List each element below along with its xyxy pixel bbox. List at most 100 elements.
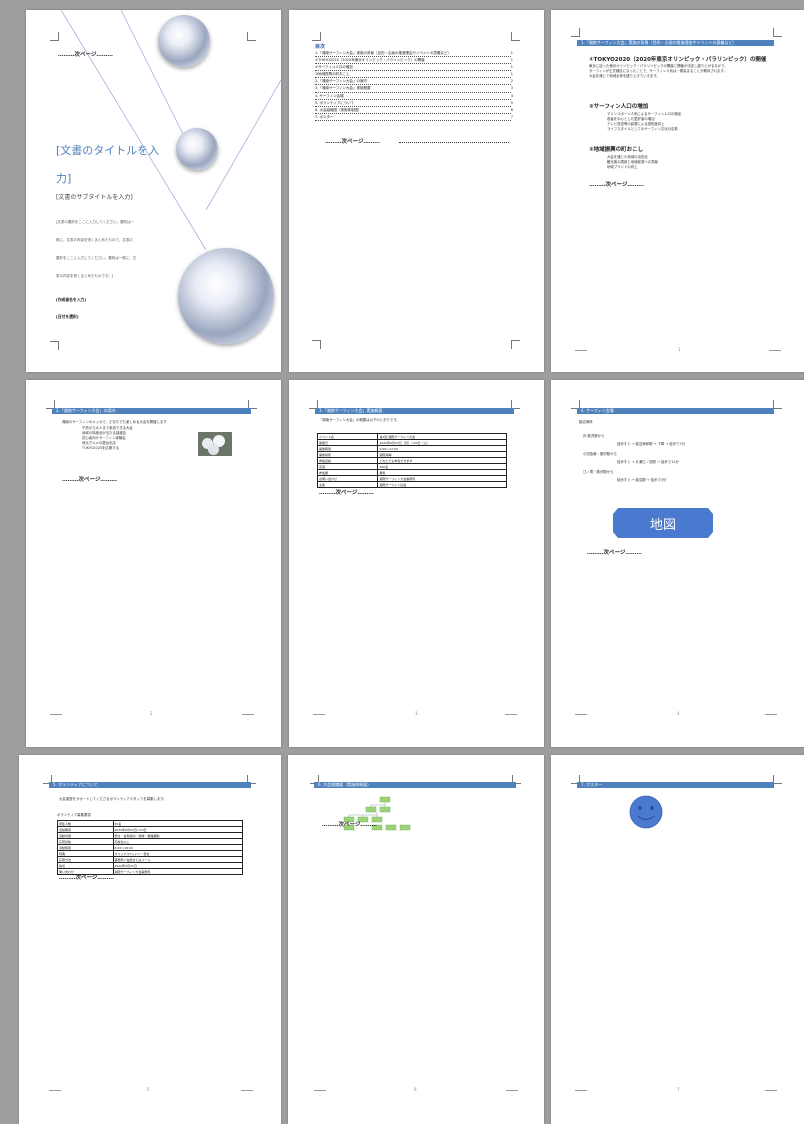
next-page-marker[interactable]: ………次ページ………	[587, 548, 642, 556]
toc-entry-page: 7	[510, 114, 513, 119]
table-row: 主催 湘南サーフィン協会	[316, 481, 507, 488]
author-field[interactable]: [作成者名を入力]	[56, 297, 86, 303]
smiley-face-icon[interactable]	[629, 795, 663, 829]
footer-dash	[241, 1090, 253, 1091]
abstract-line: 書の内容を短くまとめたものです。]	[56, 274, 114, 278]
toc-entry-page: 1	[510, 51, 513, 55]
section-heading: ③地域振興の町おこし	[589, 147, 644, 153]
toc-entry-text: 5. ボランティアについて	[315, 100, 511, 107]
toc-entry[interactable]: ①TOKYO2020（2020年東京オリンピック・パラリンピック）の開催 1	[315, 57, 513, 65]
page-venue: 4. サーフィン会場 鵠沼海岸 JR 藤沢駅から 徒歩すぐ → 鵠沼海岸駅 → …	[551, 380, 804, 747]
bullet-list: マリンスポーツ人気によるサーフィン人口の増加 若者を中心とした愛好者の増加 テレ…	[607, 112, 681, 132]
section-header-bar: 2.「湘南サーフィン大会」の案内	[52, 408, 251, 414]
list-title: ボランティア募集要項	[57, 813, 91, 817]
map-label: 地図	[649, 518, 676, 533]
abstract-line: 般に、文書の内容を短くまとめたもので、文書の	[56, 238, 133, 242]
crop-mark	[511, 340, 520, 349]
crop-mark	[312, 340, 321, 349]
next-page-marker[interactable]: ………次ページ………	[62, 475, 117, 483]
document-subtitle[interactable]: [文書のサブタイトルを入力]	[56, 192, 133, 201]
toc-entry[interactable]: 4. サーフィン会場 4	[315, 93, 513, 100]
document-abstract[interactable]: [文書の要約をここに入力してください。要約は一 般に、文書の内容を短くまとめたも…	[56, 213, 136, 285]
next-page-marker[interactable]: ………次ページ………	[59, 873, 114, 881]
toc-entry-text: 3.「湘南サーフィン大会」実施概要	[315, 85, 511, 93]
page-number: 7	[677, 1087, 680, 1092]
access-detail: 徒歩すぐ → 鵠沼海岸駅 → 下車 → 徒歩で7分	[617, 442, 686, 446]
section-intro: 「湘南サーフィン大会」の概要は以下のとおりです。	[319, 418, 400, 422]
toc-entry-text: 2.「湘南サーフィン大会」の案内	[315, 78, 511, 86]
next-page-marker[interactable]: ………次ページ………	[589, 180, 644, 188]
abstract-line: 要約をここに入力してください。要約は一般に、文	[56, 256, 137, 260]
toc-entry-text: 7. ポスター	[315, 114, 511, 121]
page-number: 3	[415, 711, 418, 716]
footer-dash	[314, 1090, 326, 1091]
section-paragraph: 東京に迫った東京オリンピック・パラリンピックの開催と開催が決定し盛り上がるなかで…	[589, 64, 728, 79]
cover-sphere-large-top	[158, 15, 210, 67]
page-org-chart: 6. 大会組織図（実施体制図） ………次ページ……… 6	[288, 755, 544, 1124]
next-page-marker[interactable]: ………次ページ………	[325, 137, 380, 145]
cover-sphere-bottom	[178, 248, 274, 344]
dotted-leader	[399, 142, 509, 143]
page-background: 1.「湘南サーフィン大会」実施の背景（目的・企画の推進理由やイベントの意義など）…	[551, 10, 804, 372]
toc-entry[interactable]: 7. ポスター 7	[315, 114, 513, 121]
date-field[interactable]: [日付を選択]	[56, 314, 78, 320]
crop-mark	[511, 32, 520, 41]
toc-entry-text: 4. サーフィン会場	[315, 93, 511, 100]
crop-mark	[50, 32, 59, 41]
page-number: 4	[677, 711, 680, 716]
crop-mark	[773, 775, 782, 784]
footer-dash	[765, 1090, 777, 1091]
access-route: 江ノ電・藤沢駅から	[583, 470, 614, 474]
bullet-list: 大会を通じた地域の活性化 観光客の誘致と地域経済への貢献 地域ブランドの向上	[607, 155, 658, 170]
toc-entry[interactable]: ②サーフィン人口の増加 1	[315, 64, 513, 72]
section-header-bar: 1.「湘南サーフィン大会」実施の背景（目的・企画の推進理由やイベントの意義など）	[577, 40, 774, 46]
next-page-marker[interactable]: ………次ページ………	[322, 820, 377, 828]
next-page-marker[interactable]: ………次ページ………	[58, 50, 113, 58]
section-intro: 湘南のサーフィンのメッカで、どなたでも楽しめる大会を開催します	[62, 420, 167, 424]
bullet-item: 地域ブランドの向上	[607, 165, 638, 169]
bullet-list: 子供から大人まで参加できる大会 地域の特産品が当たる抽選会 初心者向けサーフィン…	[82, 426, 133, 451]
volunteer-table: 募集人数 50名 活動期間 2020年6月22日～23日 活動内容 受付・会場案内・誘…	[57, 820, 243, 875]
crop-mark	[773, 28, 782, 37]
toc-entry[interactable]: 2.「湘南サーフィン大会」の案内 2	[315, 78, 513, 86]
section-heading: ②サーフィン人口の増加	[589, 104, 649, 110]
toc-entry-text: 1.「湘南サーフィン大会」実施の背景（目的・企画の推進理由やイベントの意義など）	[315, 50, 511, 58]
toc-entry-page: 3	[510, 86, 513, 91]
cover-sphere-small	[176, 128, 218, 170]
toc-heading: 目次	[315, 44, 326, 50]
page-guide: 2.「湘南サーフィン大会」の案内 湘南のサーフィンのメッカで、どなたでも楽しめる…	[26, 380, 281, 747]
document-title-line1: [文書のタイトルを入	[56, 144, 160, 157]
footer-dash	[506, 1090, 518, 1091]
footer-dash	[575, 1090, 587, 1091]
table-cell: 湘南サーフィン協会	[377, 481, 507, 488]
footer-dash	[765, 714, 777, 715]
page-number: 6	[414, 1087, 417, 1092]
page-toc: 目次 1.「湘南サーフィン大会」実施の背景（目的・企画の推進理由やイベントの意義…	[289, 10, 544, 372]
toc-entry-page: 1	[510, 72, 513, 77]
document-title[interactable]: [文書のタイトルを入 力]	[56, 137, 159, 193]
toc-entry[interactable]: 1.「湘南サーフィン大会」実施の背景（目的・企画の推進理由やイベントの意義など）…	[315, 50, 513, 58]
page-overview: 3.「湘南サーフィン大会」実施概要 「湘南サーフィン大会」の概要は以下のとおりで…	[289, 380, 544, 747]
section-intro: 大会運営をサポートしてくださるボランティアスタッフを募集します。	[59, 797, 167, 801]
toc-entry[interactable]: 6. 大会組織図（実施体制図） 6	[315, 107, 513, 114]
section-header-bar: 4. サーフィン会場	[577, 408, 774, 414]
abstract-line: [文書の要約をここに入力してください。要約は一	[56, 220, 135, 224]
toc-entry-page: 1	[510, 65, 513, 70]
section-header-bar: 7. ポスター	[577, 782, 774, 788]
paragraph-line: 大会を通じて地域全体を盛り上げていきます。	[589, 74, 660, 78]
venue-name: 鵠沼海岸	[579, 420, 593, 424]
toc-entry[interactable]: 3.「湘南サーフィン大会」実施概要 3	[315, 85, 513, 93]
footer-dash	[242, 714, 254, 715]
table-cell: 主催	[316, 481, 379, 488]
footer-dash	[769, 350, 781, 351]
footer-dash	[575, 350, 587, 351]
page-volunteer: 5. ボランティアについて 大会運営をサポートしてくださるボランティアスタッフを…	[19, 755, 281, 1124]
toc-entry[interactable]: 5. ボランティアについて 5	[315, 100, 513, 107]
toc-entry[interactable]: ③地域振興の町おこし 1	[315, 71, 513, 79]
next-page-marker[interactable]: ………次ページ………	[319, 488, 374, 496]
overview-table: イベント名 第1回 湘南サーフィン大会 開催日 2020年6月22日（月）～23日（…	[316, 433, 507, 488]
page-number: 1	[678, 347, 681, 352]
map-placeholder[interactable]: 地図	[613, 508, 713, 538]
crop-mark	[773, 400, 782, 409]
access-route: JR 藤沢駅から	[583, 434, 605, 438]
